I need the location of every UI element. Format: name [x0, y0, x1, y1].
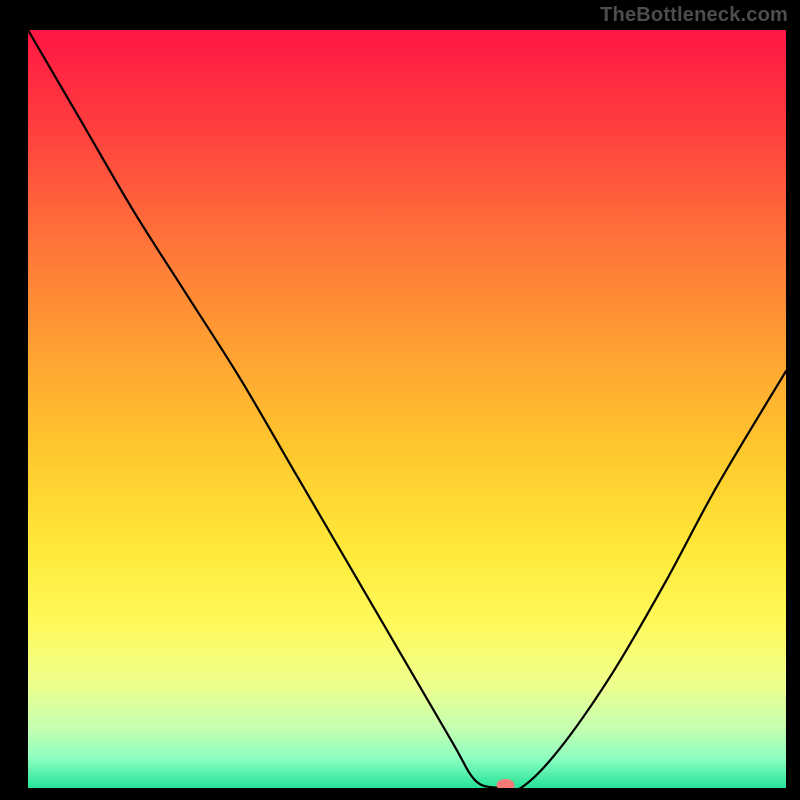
chart-svg — [28, 30, 786, 788]
gradient-rect — [28, 30, 786, 788]
plot-area — [28, 30, 786, 788]
chart-container: TheBottleneck.com — [0, 0, 800, 800]
watermark-text: TheBottleneck.com — [600, 4, 788, 27]
